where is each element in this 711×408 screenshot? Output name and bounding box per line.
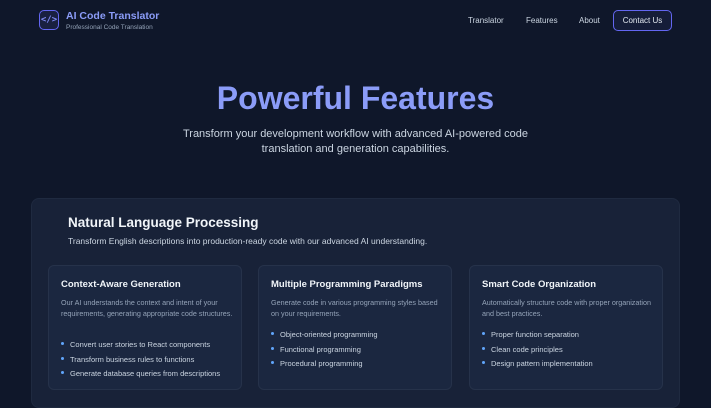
nav-link-features[interactable]: Features [526,16,558,25]
bullet-icon [271,361,274,364]
list-item: Functional programming [271,345,378,360]
card-title: Multiple Programming Paradigms [271,279,423,290]
section-subtitle: Transform English descriptions into prod… [68,236,428,246]
list-item: Procedural programming [271,359,378,374]
list-item: Clean code principles [482,345,593,360]
bullet-icon [61,371,64,374]
card-description: Generate code in various programming sty… [271,298,438,318]
card-feature-list: Convert user stories to React components… [61,340,220,384]
contact-us-button[interactable]: Contact Us [613,10,672,31]
list-item: Proper function separation [482,330,593,345]
list-item: Generate database queries from descripti… [61,369,220,384]
list-item: Object-oriented programming [271,330,378,345]
list-item: Transform business rules to functions [61,355,220,370]
bullet-icon [482,361,485,364]
list-item: Convert user stories to React components [61,340,220,355]
card-feature-list: Proper function separation Clean code pr… [482,330,593,374]
code-icon[interactable]: </> [39,10,59,30]
bullet-icon [61,342,64,345]
bullet-icon [61,356,64,360]
bullet-icon [271,332,274,335]
brand-subtitle: Professional Code Translation [66,24,153,31]
nav-link-translator[interactable]: Translator [468,16,504,25]
card-description: Automatically structure code with proper… [482,298,651,318]
hero-subtitle: Transform your development workflow with… [182,128,529,155]
bullet-icon [271,346,274,350]
card-title: Context-Aware Generation [61,279,181,290]
hero-title: Powerful Features [216,80,495,116]
bullet-icon [482,346,485,350]
bullet-icon [482,332,485,335]
brand-title[interactable]: AI Code Translator [66,10,159,22]
card-description: Our AI understands the context and inten… [61,298,233,318]
list-item: Design pattern implementation [482,359,593,374]
card-title: Smart Code Organization [482,279,597,290]
nav-link-about[interactable]: About [579,16,600,25]
section-title: Natural Language Processing [68,215,259,230]
card-feature-list: Object-oriented programming Functional p… [271,330,378,374]
